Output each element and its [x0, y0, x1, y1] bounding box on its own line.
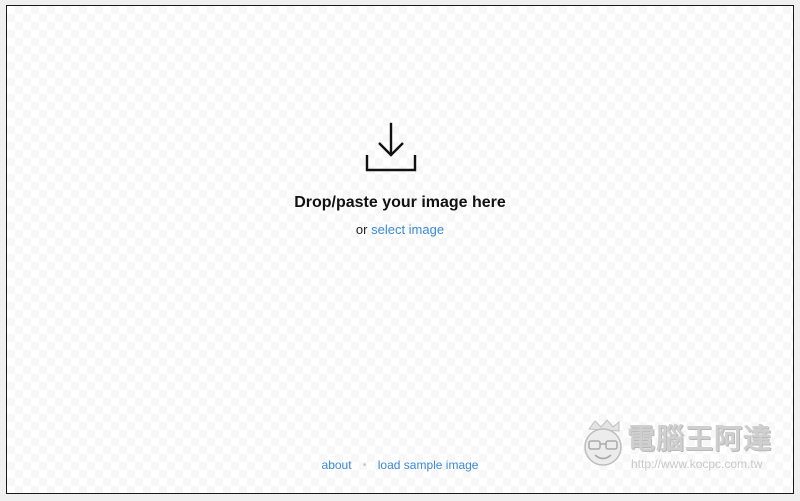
about-link[interactable]: about — [322, 458, 352, 472]
select-image-line: or select image — [7, 222, 793, 237]
screenshot-frame: Drop/paste your image here or select ima… — [0, 0, 800, 501]
drop-title: Drop/paste your image here — [294, 194, 506, 211]
mascot-face-icon — [584, 419, 622, 466]
watermark-url: http://www.kocpc.com.tw — [631, 457, 763, 471]
load-sample-image-link[interactable]: load sample image — [378, 458, 479, 472]
watermark: 電腦王阿達 http://www.kocpc.com.tw — [579, 413, 779, 477]
app-window: Drop/paste your image here or select ima… — [6, 5, 794, 494]
select-image-link[interactable]: select image — [371, 222, 444, 237]
watermark-brand: 電腦王阿達 — [627, 422, 773, 455]
or-text: or — [355, 222, 368, 237]
footer-separator: • — [362, 460, 367, 471]
download-tray-icon — [365, 122, 417, 172]
